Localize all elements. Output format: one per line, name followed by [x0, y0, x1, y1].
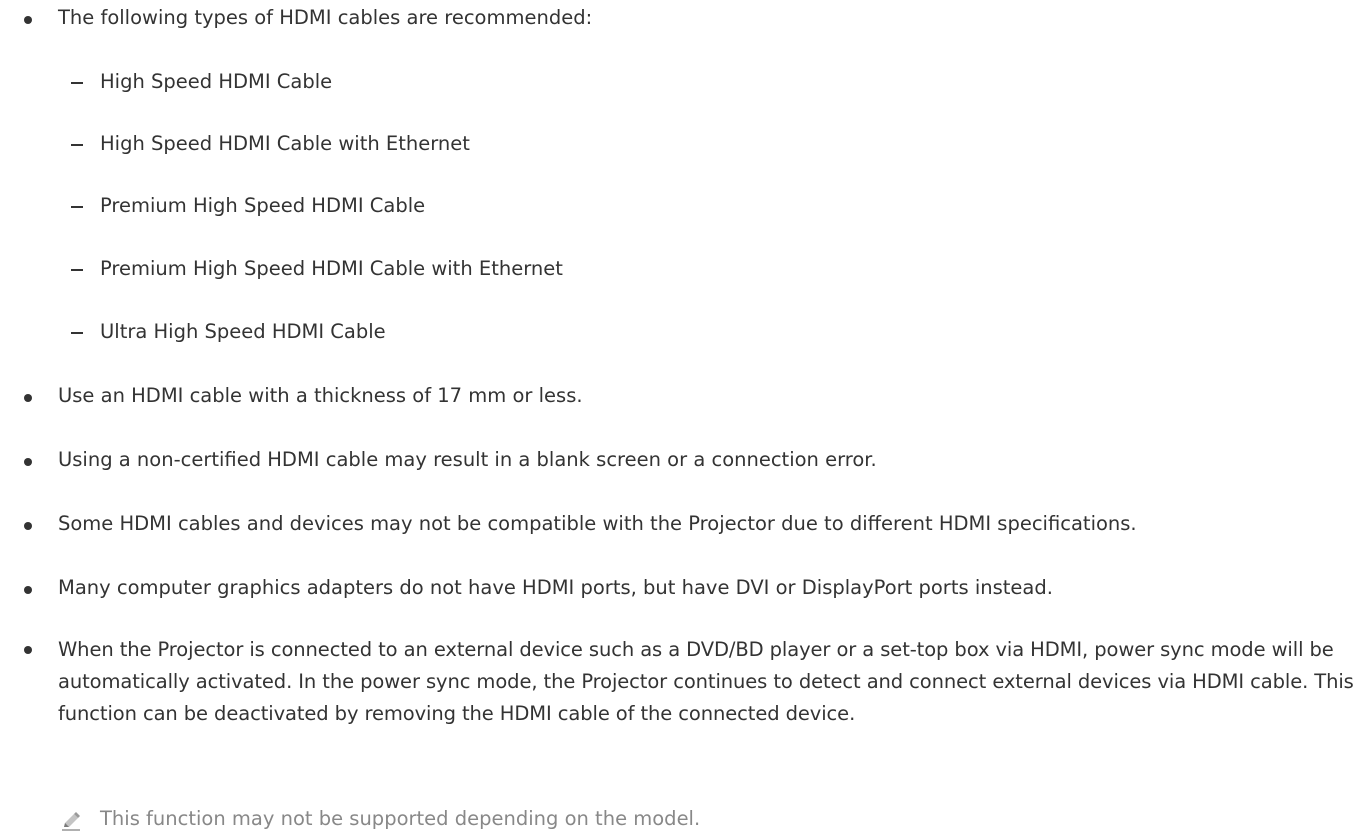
sub-list-text: Premium High Speed HDMI Cable with Ether… [100, 257, 563, 280]
sub-list-text: High Speed HDMI Cable [100, 70, 333, 93]
bullet-item-graphics-adapters: Many computer graphics adapters do not h… [0, 572, 1366, 604]
bullet-text: Many computer graphics adapters do not h… [58, 576, 1053, 599]
sub-list-text: Ultra High Speed HDMI Cable [100, 320, 386, 343]
dash-icon [71, 82, 83, 84]
pencil-note-icon [62, 812, 80, 831]
bullet-icon [24, 586, 32, 594]
bullet-item-non-certified: Using a non-certified HDMI cable may res… [0, 444, 1366, 476]
dash-icon [71, 269, 83, 271]
sub-list-item: High Speed HDMI Cable [0, 66, 1366, 98]
sub-list-item: High Speed HDMI Cable with Ethernet [0, 128, 1366, 160]
sub-list-text: High Speed HDMI Cable with Ethernet [100, 132, 470, 155]
sub-list-item: Premium High Speed HDMI Cable [0, 190, 1366, 222]
bullet-icon [24, 394, 32, 402]
document-page: The following types of HDMI cables are r… [0, 0, 1366, 839]
bullet-icon [24, 646, 32, 654]
sub-list-item: Ultra High Speed HDMI Cable [0, 316, 1366, 348]
bullet-text: The following types of HDMI cables are r… [58, 6, 593, 29]
sub-list-text: Premium High Speed HDMI Cable [100, 194, 426, 217]
dash-icon [71, 206, 83, 208]
dash-icon [71, 144, 83, 146]
bullet-item-thickness: Use an HDMI cable with a thickness of 17… [0, 380, 1366, 412]
bullet-text-power-sync: When the Projector is connected to an ex… [58, 638, 1354, 725]
bullet-text: Use an HDMI cable with a thickness of 17… [58, 384, 583, 407]
bullet-icon [24, 458, 32, 466]
bullet-icon [24, 16, 32, 24]
note-text: This function may not be supported depen… [100, 807, 701, 830]
dash-icon [71, 332, 83, 334]
bullet-item-compatibility: Some HDMI cables and devices may not be … [0, 508, 1366, 540]
sub-list-item: Premium High Speed HDMI Cable with Ether… [0, 253, 1366, 285]
bullet-icon [24, 522, 32, 530]
bullet-item-recommended-cables: The following types of HDMI cables are r… [0, 2, 1366, 34]
bullet-text: Some HDMI cables and devices may not be … [58, 512, 1137, 535]
bullet-text: Using a non-certified HDMI cable may res… [58, 448, 877, 471]
